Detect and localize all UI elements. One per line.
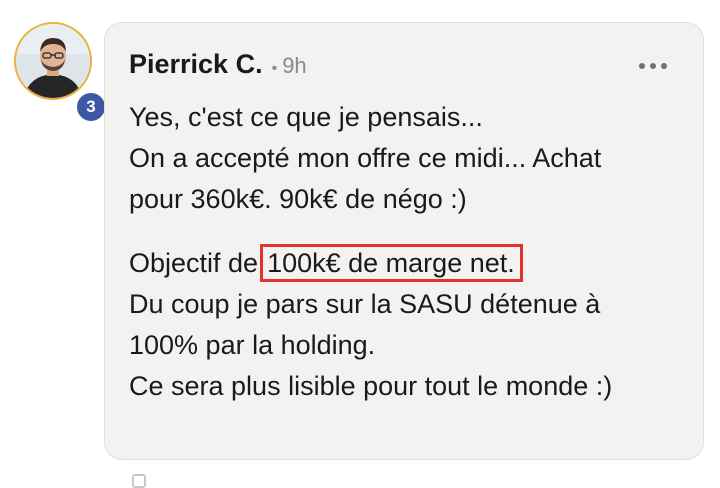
comment-line: Ce sera plus lisible pour tout le monde …: [129, 371, 613, 401]
avatar[interactable]: [14, 22, 92, 100]
avatar-photo: [16, 24, 90, 98]
timestamp[interactable]: 9h: [282, 53, 306, 79]
avatar-container[interactable]: 3: [14, 22, 108, 124]
comment-line: On a accepté mon offre ce midi... Achat: [129, 143, 602, 173]
comment-line: 100% par la holding.: [129, 330, 376, 360]
comment-text: Yes, c'est ce que je pensais... On a acc…: [129, 97, 699, 407]
more-horizontal-icon: [639, 63, 645, 69]
more-horizontal-icon: [650, 63, 656, 69]
comment-line-prefix: Objectif de: [129, 248, 259, 278]
reaction-icon[interactable]: [132, 474, 146, 488]
comment-line: Yes, c'est ce que je pensais...: [129, 102, 483, 132]
comment-header: Pierrick C. • 9h: [129, 49, 307, 80]
highlighted-phrase: 100k€ de marge net.: [260, 244, 523, 282]
meta-separator: •: [271, 60, 278, 77]
comment-bubble: Pierrick C. • 9h Yes, c'est ce que je pe…: [104, 22, 704, 460]
avatar-badge: 3: [74, 90, 108, 124]
comment-line: Objectif de 100k€ de marge net.: [129, 243, 699, 284]
more-options-button[interactable]: [639, 63, 667, 69]
author-name[interactable]: Pierrick C.: [129, 49, 263, 80]
more-horizontal-icon: [661, 63, 667, 69]
comment-line: pour 360k€. 90k€ de négo :): [129, 184, 467, 214]
comment-line: Du coup je pars sur la SASU détenue à: [129, 289, 601, 319]
